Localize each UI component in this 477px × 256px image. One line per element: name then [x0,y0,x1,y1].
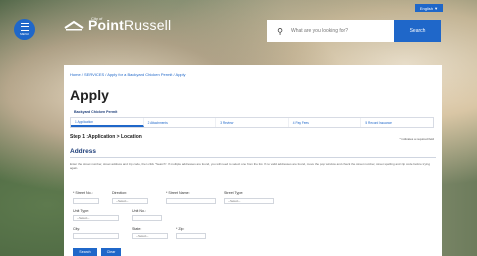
address-search-button[interactable]: Search [73,248,97,256]
step-pay-fees[interactable]: 4 Pay Fees [289,118,362,127]
street-name-field[interactable] [166,198,216,204]
language-select[interactable]: English ▼ [415,4,443,12]
clear-button[interactable]: Clear [101,248,121,256]
direction-label: Direction: [112,191,128,195]
site-header: MENU City of PointRussell English ▼ ⚲ Se… [0,0,477,60]
page-title: Apply [70,87,109,103]
step-heading: Step 1 :Application > Location [70,134,142,140]
step-application[interactable]: 1 Application [71,118,144,127]
direction-select[interactable]: --Select-- [112,198,148,204]
step-review[interactable]: 3 Review [216,118,289,127]
city-label: City: [73,227,81,231]
menu-button[interactable]: MENU [14,19,35,40]
breadcrumb[interactable]: Home / SERVICES / Apply for a Backyard C… [70,72,186,77]
roof-logo-icon [64,20,84,31]
search-icon: ⚲ [277,26,283,36]
menu-label: MENU [20,32,29,36]
step-record-issuance[interactable]: 5 Record Issuance [361,118,433,127]
street-type-label: Street Type: [224,191,244,195]
help-text: Enter the street number, street address … [70,162,430,170]
city-field[interactable] [73,233,119,239]
site-logo[interactable]: City of PointRussell [64,16,171,33]
main-panel: Home / SERVICES / Apply for a Backyard C… [64,65,442,256]
permit-name: Backyard Chicken Permit [74,110,118,114]
required-note: * indicates a required field [399,137,434,141]
step-tracker: 1 Application 2 Attachments 3 Review 4 P… [70,117,434,128]
unit-no-field[interactable] [132,215,162,221]
city-of-label: City of [91,16,103,21]
street-no-field[interactable] [73,198,99,204]
unit-no-label: Unit No.: [132,209,146,213]
step-attachments[interactable]: 2 Attachments [144,118,217,127]
section-divider [70,157,436,158]
search-input[interactable] [289,27,403,35]
site-search: ⚲ Search [267,20,441,42]
zip-label: * Zip: [176,227,185,231]
section-title: Address [70,148,97,155]
zip-field[interactable] [176,233,206,239]
state-label: State: [132,227,142,231]
unit-type-select[interactable]: --Select-- [73,215,119,221]
state-select[interactable]: --Select-- [132,233,168,239]
street-type-select[interactable]: --Select-- [224,198,274,204]
street-no-label: * Street No.: [73,191,93,195]
hamburger-icon [20,23,29,31]
search-button[interactable]: Search [394,20,441,42]
street-name-label: * Street Name: [166,191,190,195]
unit-type-label: Unit Type: [73,209,90,213]
